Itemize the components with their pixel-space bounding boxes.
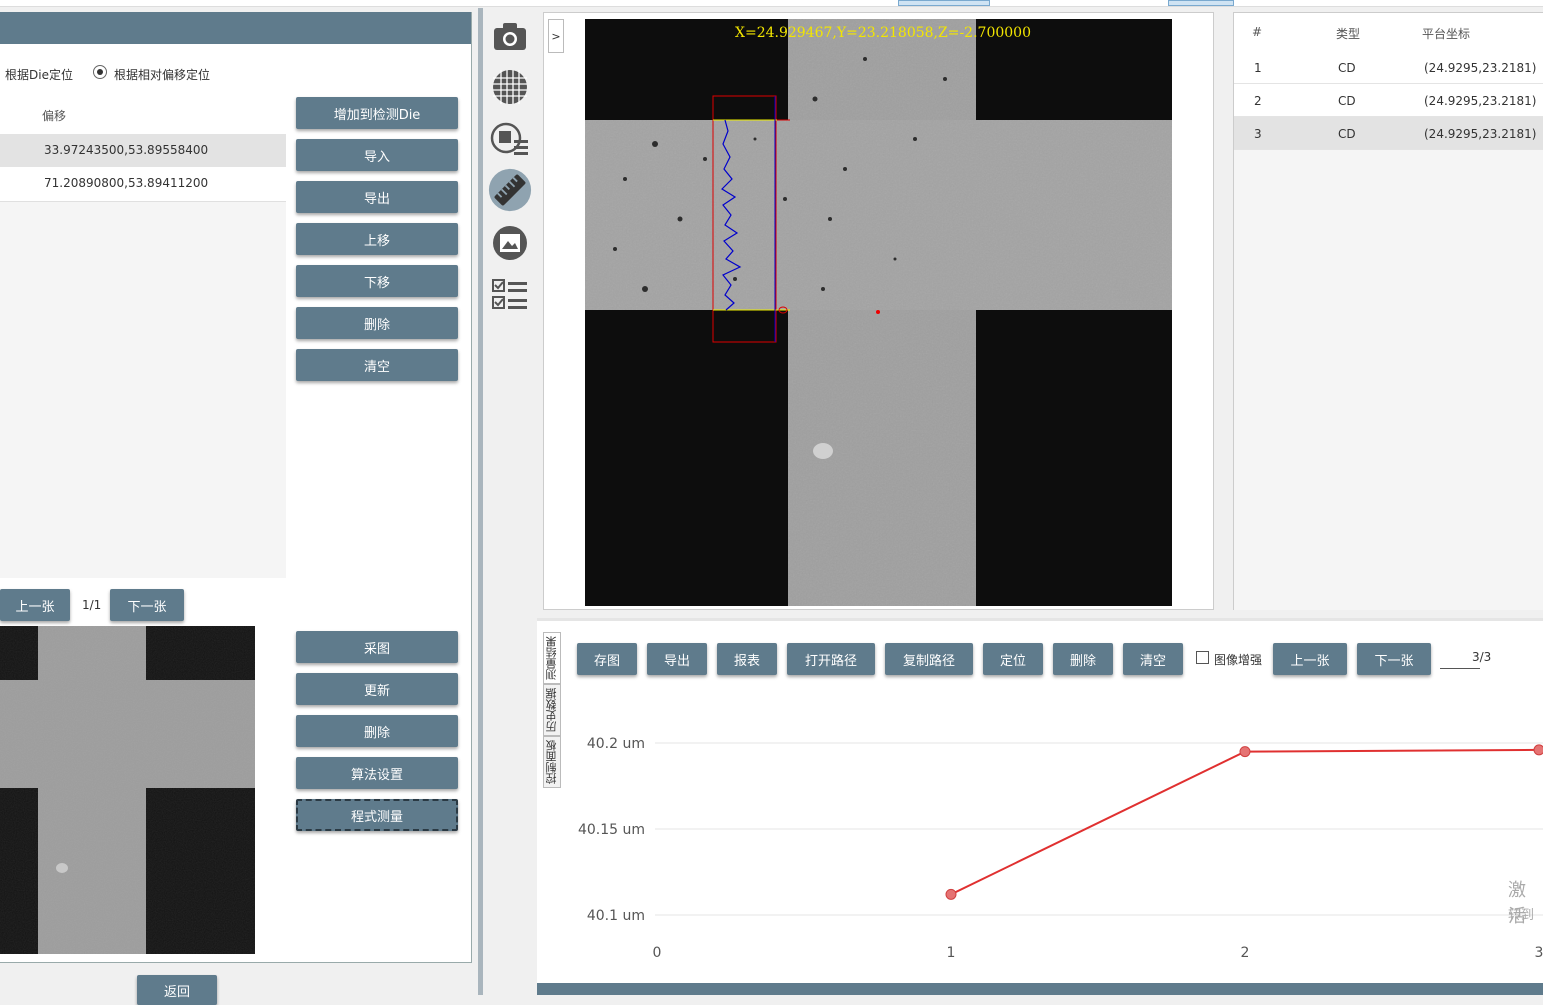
image-frame-icon[interactable]: [488, 221, 532, 265]
result-table-header: # 类型 平台坐标: [1234, 13, 1543, 52]
y-tick-label: 40.15 um: [578, 822, 645, 838]
microscope-image[interactable]: [585, 19, 1172, 606]
add-to-die-button[interactable]: 增加到检测Die: [296, 97, 458, 129]
x-tick-label: 0: [653, 945, 662, 961]
top-strip: [0, 0, 1543, 7]
coordinate-readout: X=24.929467,Y=23.218058,Z=-2.700000: [735, 25, 1031, 41]
checklist-icon[interactable]: [488, 273, 532, 317]
table-row[interactable]: 3 CD (24.9295,23.2181): [1234, 117, 1543, 150]
save-image-button[interactable]: 存图: [577, 643, 637, 675]
row-coord: (24.9295,23.2181): [1424, 94, 1537, 108]
page-underline: [1440, 668, 1480, 669]
radio-offset-label[interactable]: 根据相对偏移定位: [114, 66, 210, 83]
row-coord: (24.9295,23.2181): [1424, 127, 1537, 141]
enhance-checkbox[interactable]: [1196, 651, 1209, 664]
enhance-label[interactable]: 图像增强: [1214, 651, 1262, 668]
export-result-button[interactable]: 导出: [647, 643, 707, 675]
x-tick-label: 3: [1535, 945, 1543, 961]
measurement-chart: 40.2 um 40.15 um 40.1 um 0 1 2 3: [578, 736, 1543, 961]
series-line: [950, 748, 1540, 896]
camera-icon[interactable]: [488, 14, 532, 58]
table-row[interactable]: 33.97243500,53.89558400: [0, 134, 286, 167]
activation-watermark-sub: 转到: [1508, 908, 1535, 923]
delete-image-button[interactable]: 删除: [296, 715, 458, 747]
tab-measure-result[interactable]: 测量结果: [543, 632, 561, 684]
table-row[interactable]: 1 CD (24.9295,23.2181): [1234, 51, 1543, 84]
clear-result-button[interactable]: 清空: [1123, 643, 1183, 675]
next-result-button[interactable]: 下一张: [1357, 643, 1431, 675]
x-tick-label: 2: [1241, 945, 1250, 961]
next-image-button[interactable]: 下一张: [110, 589, 184, 621]
template-thumbnail[interactable]: [0, 626, 255, 954]
top-tab-indicator-2[interactable]: [1168, 0, 1234, 6]
header-index: #: [1252, 25, 1263, 39]
wafer-map-icon[interactable]: [488, 65, 532, 109]
report-button[interactable]: 报表: [717, 643, 777, 675]
data-point: [1239, 746, 1251, 758]
offset-table-header: 偏移: [0, 96, 286, 135]
splitter[interactable]: [478, 8, 483, 995]
top-tab-indicator-1[interactable]: [898, 0, 990, 6]
back-button[interactable]: 返回: [137, 975, 217, 1005]
delete-result-button[interactable]: 删除: [1053, 643, 1113, 675]
y-tick-label: 40.1 um: [587, 908, 645, 924]
result-table: # 类型 平台坐标 1 CD (24.9295,23.2181) 2 CD (2…: [1233, 12, 1543, 610]
offset-table: 偏移 33.97243500,53.89558400 71.20890800,5…: [0, 96, 286, 578]
table-row[interactable]: 71.20890800,53.89411200: [0, 167, 286, 202]
row-index: 2: [1254, 94, 1262, 108]
algorithm-settings-button[interactable]: 算法设置: [296, 757, 458, 789]
row-coord: (24.9295,23.2181): [1424, 61, 1537, 75]
program-measure-button[interactable]: 程式测量: [296, 799, 458, 831]
radio-die-label[interactable]: 根据Die定位: [5, 66, 73, 83]
offset-header-label: 偏移: [42, 109, 67, 123]
open-path-button[interactable]: 打开路径: [787, 643, 875, 675]
radio-offset[interactable]: [93, 65, 107, 79]
import-button[interactable]: 导入: [296, 139, 458, 171]
clear-button[interactable]: 清空: [296, 349, 458, 381]
result-page-indicator: 3/3: [1472, 650, 1492, 664]
tab-label: 测量结果: [545, 636, 558, 680]
delete-button[interactable]: 删除: [296, 307, 458, 339]
ruler-measure-icon[interactable]: [488, 168, 532, 212]
data-point: [1533, 744, 1543, 756]
row-type: CD: [1338, 94, 1356, 108]
move-up-button[interactable]: 上移: [296, 223, 458, 255]
row-type: CD: [1338, 127, 1356, 141]
update-button[interactable]: 更新: [296, 673, 458, 705]
move-down-button[interactable]: 下移: [296, 265, 458, 297]
offset-cell: 33.97243500,53.89558400: [44, 143, 209, 157]
expand-toggle[interactable]: >: [548, 19, 564, 53]
status-bar: [537, 983, 1543, 995]
locate-button[interactable]: 定位: [983, 643, 1043, 675]
y-tick-label: 40.2 um: [587, 736, 645, 752]
x-tick-label: 1: [947, 945, 956, 961]
copy-path-button[interactable]: 复制路径: [885, 643, 973, 675]
left-panel-header: [0, 12, 471, 44]
table-row[interactable]: 2 CD (24.9295,23.2181): [1234, 84, 1543, 117]
offset-cell: 71.20890800,53.89411200: [44, 176, 209, 190]
header-type: 类型: [1336, 27, 1361, 41]
left-panel: 根据Die定位 根据相对偏移定位 偏移 33.97243500,53.89558…: [0, 12, 472, 963]
row-type: CD: [1338, 61, 1356, 75]
page-indicator: 1/1: [82, 598, 102, 612]
prev-result-button[interactable]: 上一张: [1273, 643, 1347, 675]
row-index: 3: [1254, 127, 1262, 141]
row-index: 1: [1254, 61, 1262, 75]
capture-button[interactable]: 采图: [296, 631, 458, 663]
wafer-list-icon[interactable]: [488, 117, 532, 161]
export-button[interactable]: 导出: [296, 181, 458, 213]
header-coord: 平台坐标: [1422, 27, 1471, 41]
data-point: [945, 888, 957, 900]
prev-image-button[interactable]: 上一张: [0, 589, 70, 621]
